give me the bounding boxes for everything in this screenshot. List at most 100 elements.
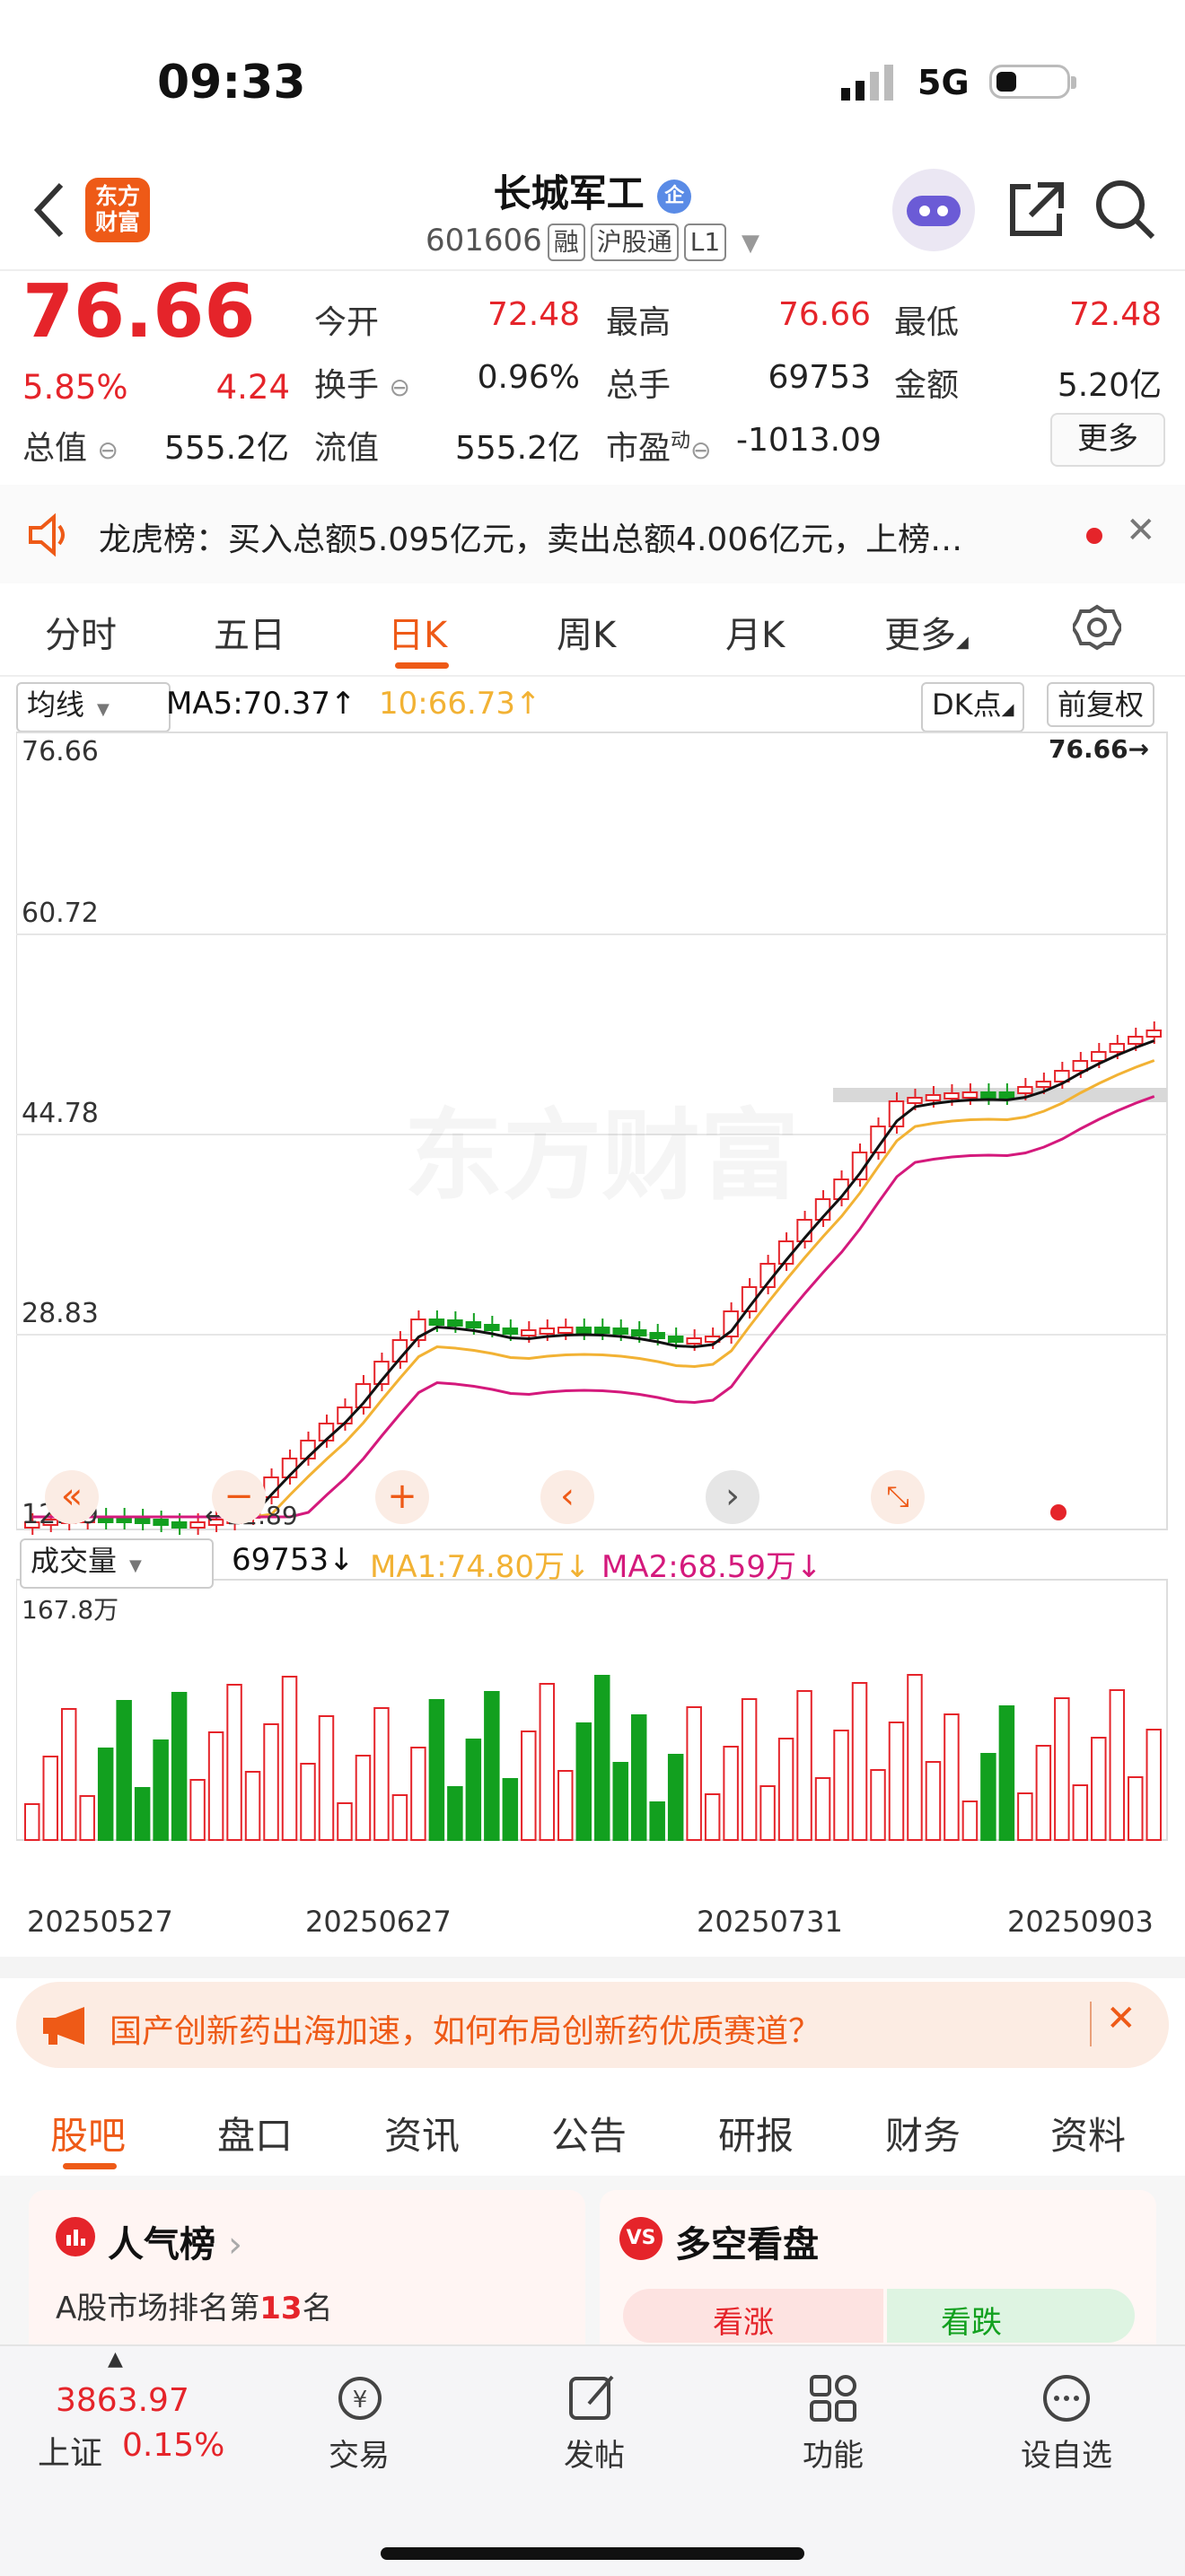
tab-finance[interactable]: 财务	[885, 2106, 961, 2160]
tab-announcements[interactable]: 公告	[551, 2106, 627, 2160]
volume-bar	[134, 1787, 151, 1841]
sentiment-card[interactable]: VS 多空看盘 看涨 看跌	[600, 2190, 1156, 2370]
volume-bar	[171, 1692, 188, 1841]
settings-gear-icon[interactable]	[1070, 603, 1124, 655]
dk-point-button[interactable]: DK点◢	[921, 682, 1025, 732]
scroll-left-icon[interactable]: ‹	[540, 1470, 594, 1524]
tab-guba[interactable]: 股吧	[50, 2106, 126, 2160]
popularity-card[interactable]: 人气榜 › A股市场排名第13名	[29, 2190, 585, 2370]
candle-body	[667, 1336, 684, 1343]
tab-news[interactable]: 资讯	[384, 2106, 460, 2160]
info-icon: ⊖	[690, 435, 712, 465]
popularity-title: 人气榜 ›	[108, 2224, 242, 2265]
promo-banner[interactable]: 国产创新药出海加速，如何布局创新药优质赛道？ ✕	[16, 1982, 1169, 2068]
volume-bar	[998, 1705, 1015, 1841]
volume-bar	[373, 1707, 390, 1841]
volume-bar	[355, 1755, 372, 1841]
candle-body	[1091, 1051, 1107, 1062]
tab-more[interactable]: 更多◢	[884, 606, 969, 658]
candle-body	[630, 1329, 647, 1336]
promo-text: 国产创新药出海加速，如何布局创新药优质赛道？	[110, 2013, 821, 2050]
candle-body	[502, 1327, 519, 1335]
volume-bar	[337, 1802, 353, 1841]
watermark: 东方财富	[404, 1075, 799, 1219]
volume-bar	[410, 1747, 426, 1841]
nav-add-watchlist[interactable]: 设自选	[1013, 2431, 1120, 2475]
x-axis-label: 20250903	[1007, 1905, 1154, 1939]
volume-bar	[925, 1761, 942, 1841]
volume-bar	[1109, 1689, 1126, 1841]
candle-body	[575, 1327, 592, 1334]
tab-pankou[interactable]: 盘口	[217, 2106, 293, 2160]
volume-bar	[244, 1771, 261, 1841]
ma-select[interactable]: 均线 ▼	[16, 682, 171, 732]
amount-value: 5.20亿	[1057, 367, 1162, 404]
notice-bar[interactable]: 龙虎榜：买入总额5.095亿元，卖出总额4.006亿元，上榜… ✕	[0, 485, 1185, 583]
bear-button[interactable]: 看跌	[887, 2289, 1135, 2343]
volume-bar	[207, 1731, 224, 1841]
candle-body	[539, 1327, 556, 1335]
high-label: 最高	[606, 304, 672, 341]
candle-body	[998, 1091, 1015, 1099]
unread-dot	[1086, 528, 1102, 544]
tab-weekly-k[interactable]: 周K	[557, 606, 616, 658]
more-quote-button[interactable]: 更多	[1050, 413, 1165, 467]
popularity-rank: A股市场排名第13名	[56, 2291, 333, 2326]
zoom-in-icon[interactable]: +	[375, 1470, 429, 1524]
candle-body	[594, 1327, 610, 1334]
volume-value: 69753	[768, 359, 871, 396]
index-value[interactable]: 3863.97	[56, 2382, 189, 2419]
close-icon[interactable]: ✕	[1106, 1998, 1137, 2039]
volume-bar	[759, 1785, 776, 1841]
volume-bar	[428, 1699, 445, 1841]
functions-icon[interactable]	[806, 2371, 860, 2429]
volume-bar	[263, 1723, 279, 1841]
tab-5day[interactable]: 五日	[214, 606, 285, 658]
trade-icon[interactable]: ¥	[329, 2371, 391, 2429]
float-value: 555.2亿	[454, 430, 580, 467]
index-name[interactable]: 上证	[38, 2427, 102, 2474]
tab-profile[interactable]: 资料	[1050, 2106, 1126, 2160]
assistant-avatar[interactable]	[892, 169, 975, 251]
adjust-button[interactable]: 前复权	[1047, 682, 1155, 727]
pe-value: -1013.09	[736, 422, 882, 459]
volume-select[interactable]: 成交量 ▼	[20, 1538, 214, 1589]
add-watchlist-icon[interactable]	[1040, 2371, 1093, 2429]
close-icon[interactable]: ✕	[1126, 510, 1156, 551]
volume-bar	[851, 1682, 868, 1841]
nav-trade[interactable]: 交易	[305, 2431, 413, 2475]
tab-research[interactable]: 研报	[718, 2106, 794, 2160]
expand-icon[interactable]: ⤡	[871, 1470, 925, 1524]
tab-indicator	[395, 662, 449, 669]
tab-monthly-k[interactable]: 月K	[725, 606, 785, 658]
zoom-out-icon[interactable]: −	[212, 1470, 266, 1524]
volume-bar	[465, 1739, 482, 1841]
nav-post[interactable]: 发帖	[540, 2431, 648, 2475]
search-icon[interactable]	[1093, 178, 1156, 244]
total-value: 555.2亿	[163, 430, 289, 467]
share-icon[interactable]	[1004, 178, 1066, 244]
scroll-left-fast-icon[interactable]: «	[45, 1470, 99, 1524]
nav-functions[interactable]: 功能	[779, 2431, 887, 2475]
kline-chart[interactable]	[16, 727, 1169, 1966]
volume-bar	[741, 1698, 758, 1841]
bottom-nav: ▲ 3863.97 上证 0.15% ¥ 交易 发帖 功能 设自选	[0, 2344, 1185, 2576]
volume-bar	[1091, 1737, 1107, 1841]
post-icon[interactable]	[566, 2371, 619, 2429]
volume-bar	[1128, 1776, 1144, 1841]
volume-bar	[318, 1715, 335, 1841]
index-change[interactable]: 0.15%	[122, 2427, 224, 2464]
candle-body	[1146, 1030, 1162, 1038]
tab-daily-k[interactable]: 日K	[388, 606, 447, 658]
volume-bar	[704, 1793, 721, 1841]
candle-body	[337, 1406, 353, 1424]
scroll-right-icon[interactable]: ›	[706, 1470, 759, 1524]
info-icon: ⊖	[97, 435, 118, 465]
volume-bar	[944, 1713, 960, 1841]
tab-fenshi[interactable]: 分时	[45, 606, 117, 658]
bull-button[interactable]: 看涨	[623, 2289, 883, 2343]
candle-body	[1128, 1036, 1144, 1045]
high-value: 76.66	[777, 296, 871, 333]
volume-bar	[630, 1714, 647, 1841]
volume-bar	[521, 1730, 537, 1841]
